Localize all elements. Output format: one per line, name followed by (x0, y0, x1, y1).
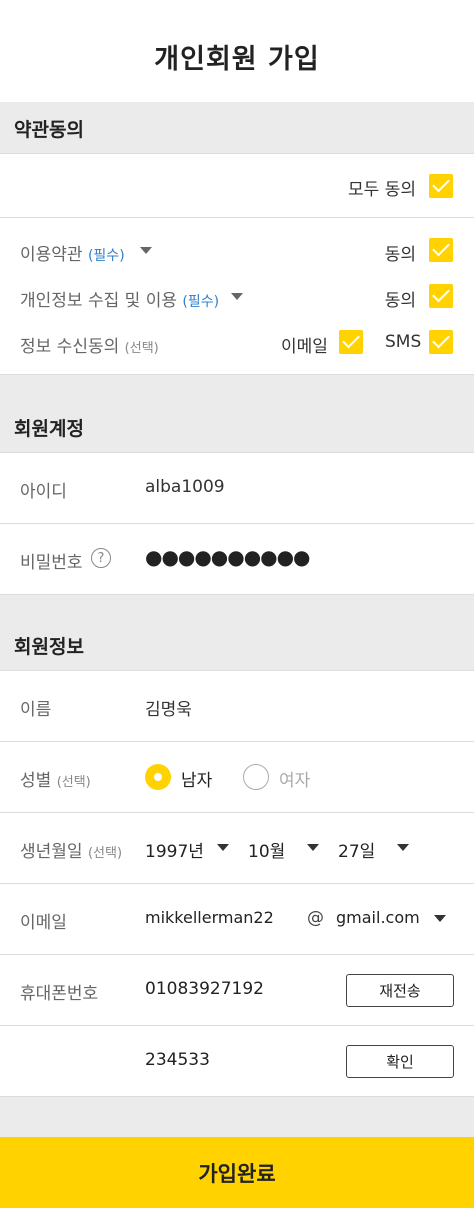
privacy-label: 개인정보 수집 및 이용 (20, 291, 177, 311)
page-header: 개인회원 가입 (0, 0, 474, 102)
email-local-input[interactable]: mikkellerman22 (145, 908, 274, 927)
terms-section-title: 약관동의 (0, 102, 474, 154)
code-row: 234533 확인 (0, 1026, 474, 1096)
optional-tag: (선택) (87, 846, 123, 861)
confirm-button[interactable]: 확인 (346, 1045, 454, 1078)
profile-section-title: 회원정보 (0, 619, 474, 671)
name-label: 이름 (20, 700, 52, 720)
name-input[interactable]: 김명욱 (145, 695, 192, 720)
gender-male-radio[interactable] (145, 764, 171, 790)
privacy-row: 개인정보 수집 및 이용 (필수) (20, 286, 219, 311)
birth-row: 생년월일 (선택) 1997년 10월 27일 (0, 813, 474, 883)
help-icon[interactable]: ? (91, 548, 111, 568)
optional-tag: (선택) (124, 341, 159, 356)
birth-day-select[interactable]: 27일 (338, 837, 375, 862)
birth-year-select[interactable]: 1997년 (145, 837, 204, 862)
gender-female-label[interactable]: 여자 (279, 766, 310, 791)
chevron-down-icon[interactable] (307, 844, 319, 851)
required-tag: (필수) (182, 294, 220, 310)
birth-month-select[interactable]: 10월 (248, 837, 285, 862)
terms-of-use-checkbox[interactable] (429, 238, 453, 262)
email-label: 이메일 (20, 913, 67, 933)
email-domain-select[interactable]: gmail.com (336, 908, 420, 927)
optional-tag: (선택) (56, 775, 91, 790)
divider (0, 374, 474, 375)
password-row: 비밀번호 ? ●●●●●●●●●● (0, 524, 474, 594)
gender-label: 성별 (20, 771, 52, 791)
birth-row-label: 생년월일 (선택) (20, 837, 122, 862)
expand-privacy-icon[interactable] (231, 293, 243, 300)
resend-button[interactable]: 재전송 (346, 974, 454, 1007)
id-label: 아이디 (20, 482, 67, 502)
chevron-down-icon[interactable] (217, 844, 229, 851)
required-tag: (필수) (87, 248, 125, 264)
privacy-checkbox[interactable] (429, 284, 453, 308)
terms-of-use-agree-label: 동의 (384, 245, 416, 265)
expand-terms-of-use-icon[interactable] (140, 247, 152, 254)
terms-of-use-row: 이용약관 (필수) (20, 240, 125, 265)
gender-male-label[interactable]: 남자 (181, 766, 212, 791)
marketing-email-label: 이메일 (281, 337, 328, 357)
birth-label: 생년월일 (20, 842, 83, 862)
gender-female-radio[interactable] (243, 764, 269, 790)
id-input[interactable]: alba1009 (145, 477, 225, 497)
verification-code-input[interactable]: 234533 (145, 1050, 210, 1070)
marketing-sms-checkbox[interactable] (429, 330, 453, 354)
email-at-sign: @ (307, 908, 324, 928)
marketing-row: 정보 수신동의 (선택) (20, 332, 159, 357)
chevron-down-icon[interactable] (434, 915, 446, 922)
all-agree-label: 모두 동의 (348, 180, 416, 200)
all-agree-row: 모두 동의 (0, 154, 474, 217)
gender-row-label: 성별 (선택) (20, 766, 91, 791)
divider (0, 594, 474, 595)
password-label: 비밀번호 (20, 553, 83, 573)
page-title: 개인회원 가입 (154, 43, 320, 75)
name-row: 이름 김명욱 (0, 671, 474, 741)
marketing-label: 정보 수신동의 (20, 337, 120, 357)
marketing-sms-label: SMS (385, 332, 422, 352)
marketing-email-checkbox[interactable] (339, 330, 363, 354)
chevron-down-icon[interactable] (397, 844, 409, 851)
terms-of-use-label: 이용약관 (20, 245, 83, 265)
privacy-agree-label: 동의 (384, 291, 416, 311)
terms-list: 이용약관 (필수) 동의 개인정보 수집 및 이용 (필수) 동의 정보 수신동… (0, 218, 474, 374)
password-input[interactable]: ●●●●●●●●●● (145, 545, 311, 569)
id-row: 아이디 alba1009 (0, 453, 474, 523)
account-section-title: 회원계정 (0, 401, 474, 453)
phone-label: 휴대폰번호 (20, 984, 99, 1004)
gender-row: 성별 (선택) 남자 여자 (0, 742, 474, 812)
email-row: 이메일 mikkellerman22 @ gmail.com (0, 884, 474, 954)
phone-row: 휴대폰번호 01083927192 재전송 (0, 955, 474, 1025)
divider (0, 1096, 474, 1097)
submit-button[interactable]: 가입완료 (0, 1137, 474, 1208)
phone-input[interactable]: 01083927192 (145, 979, 264, 999)
all-agree-checkbox[interactable] (429, 174, 453, 198)
